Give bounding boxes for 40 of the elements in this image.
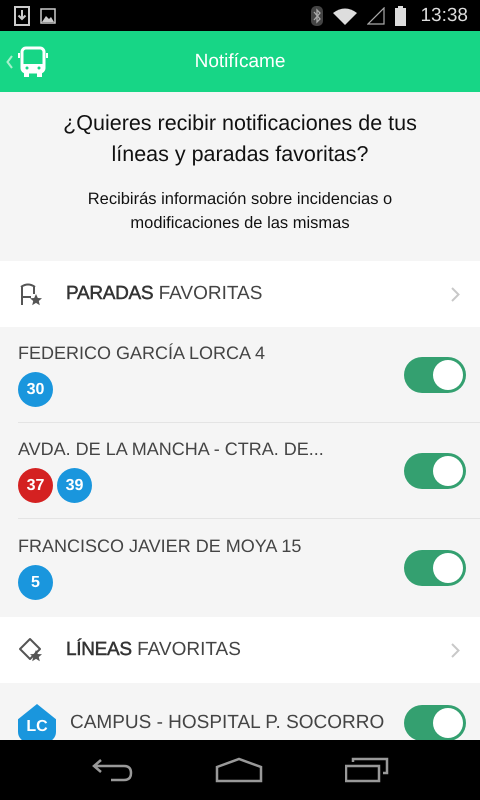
section-header[interactable]: PARADAS FAVORITAS [0,261,480,327]
battery-icon [395,6,406,26]
bus-icon [17,46,49,78]
home-icon [215,757,263,783]
back-nav-button[interactable] [91,758,133,782]
screen-title: Notifícame [194,50,286,72]
line-number-badge: 39 [57,468,92,503]
stop-name: AVDA. DE LA MANCHA - CTRA. DE... [18,439,325,460]
line-number-badge: 30 [18,372,53,407]
line-number-badge: 37 [18,468,53,503]
back-arrow-icon [91,758,133,782]
chevron-left-icon [6,54,13,68]
toggle-switch[interactable] [404,453,466,489]
status-time: 13:38 [420,4,468,26]
line-name: CAMPUS - HOSPITAL P. SOCORRO [70,712,386,734]
wifi-icon [333,6,358,24]
stop-name: FRANCISCO JAVIER DE MOYA 15 [18,536,302,557]
chevron-right-icon [451,286,460,302]
line-code-badge: LC [18,704,56,740]
chevron-right-icon [451,642,460,658]
intro-question: ¿Quieres recibir notificaciones de tus líneas y paradas favoritas? [62,110,418,168]
download-icon [14,6,30,26]
image-icon [40,8,56,24]
bus-stop-star-icon [18,281,44,307]
intro-note: Recibirás información sobre incidencias o modificaciones de las mismas [86,189,394,234]
section-title: LÍNEAS FAVORITAS [66,639,242,661]
toggle-switch[interactable] [404,705,466,740]
section-title: PARADAS FAVORITAS [66,283,264,305]
recent-apps-icon [345,757,389,783]
back-button[interactable] [6,46,49,78]
bluetooth-icon [311,6,324,26]
line-number-badge: 5 [18,565,53,600]
toggle-switch[interactable] [404,550,466,586]
toggle-switch[interactable] [404,357,466,393]
section-header[interactable]: LÍNEAS FAVORITAS [0,617,480,683]
stop-name: FEDERICO GARCÍA LORCA 4 [18,343,266,364]
route-star-icon [18,637,44,663]
signal-icon [367,6,386,24]
recents-nav-button[interactable] [345,757,389,783]
home-nav-button[interactable] [215,757,263,783]
